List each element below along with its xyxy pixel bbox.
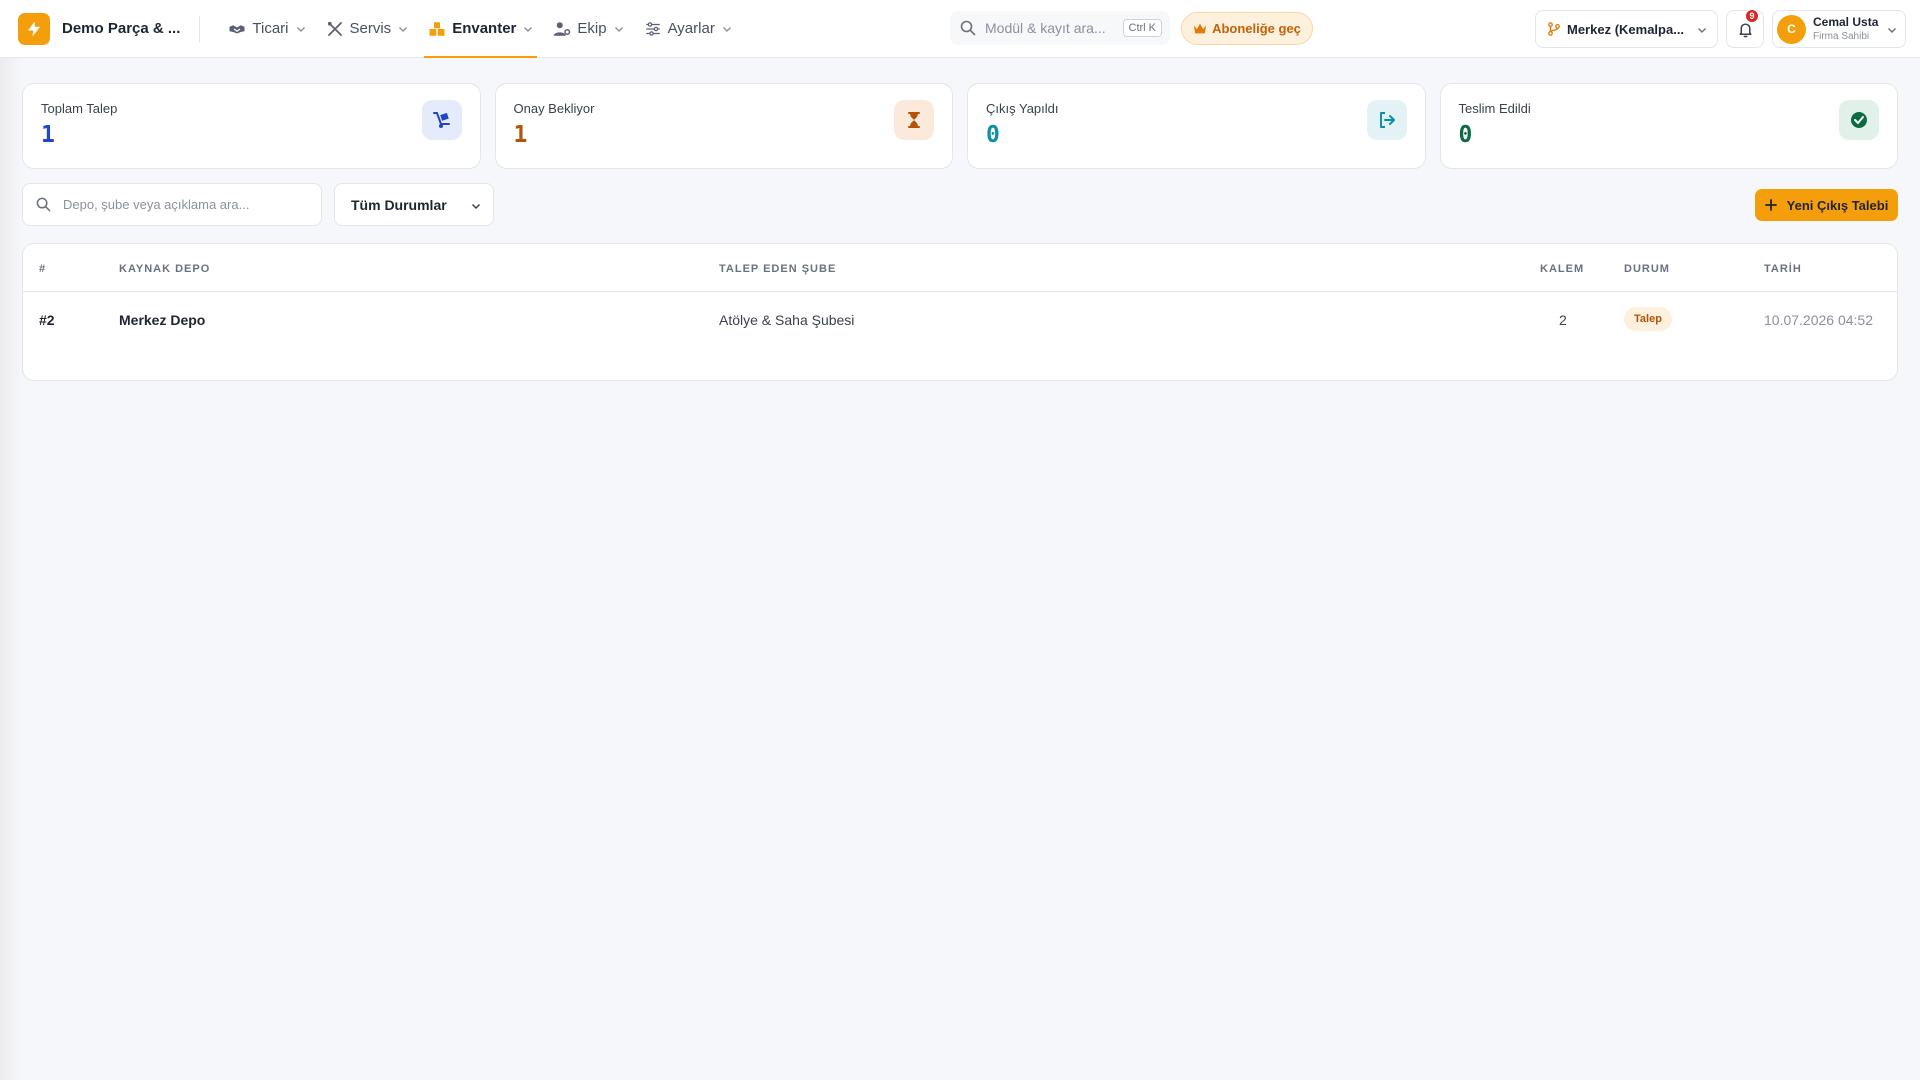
stat-label: Onay Bekliyor	[513, 101, 595, 116]
handshake-icon	[229, 24, 245, 33]
exit-icon	[1366, 100, 1407, 140]
cell-source: Merkez Depo	[119, 312, 206, 328]
hourglass-icon	[894, 100, 934, 140]
search-placeholder: Modül & kayıt ara...	[985, 20, 1106, 36]
stats-row: Toplam Talep 1 Onay Bekliyor 1 Çıkış Yap…	[22, 83, 1898, 169]
tools-icon	[327, 21, 342, 36]
column-header-items[interactable]: KALEM	[1540, 263, 1584, 275]
bell-icon	[1738, 22, 1752, 37]
branch-label: Merkez (Kemalpa...	[1567, 21, 1685, 37]
search-placeholder: Depo, şube veya açıklama ara...	[63, 197, 250, 212]
user-menu[interactable]: C Cemal Usta Firma Sahibi	[1772, 10, 1906, 48]
nav-item-servis[interactable]: Servis	[316, 0, 419, 58]
main-nav: Ticari Servis Envanter Ekip Ayarlar	[218, 0, 741, 58]
notifications-button[interactable]: 9	[1726, 9, 1764, 48]
new-exit-request-button[interactable]: Yeni Çıkış Talebi	[1755, 189, 1898, 221]
upgrade-button[interactable]: Aboneliğe geç	[1181, 12, 1313, 45]
nav-item-ayarlar[interactable]: Ayarlar	[634, 0, 742, 58]
chevron-down-icon	[1888, 28, 1896, 33]
user-info: Cemal Usta Firma Sahibi	[1813, 14, 1879, 43]
nav-item-ekip[interactable]: Ekip	[543, 0, 633, 58]
stat-value: 1	[41, 122, 55, 148]
chevron-down-icon	[399, 26, 408, 32]
branch-selector[interactable]: Merkez (Kemalpa...	[1535, 10, 1718, 48]
dolly-icon	[421, 100, 462, 140]
chevron-down-icon	[471, 203, 481, 210]
stat-label: Teslim Edildi	[1458, 101, 1531, 116]
chevron-down-icon	[524, 26, 533, 32]
status-filter-value: Tüm Durumlar	[351, 196, 447, 213]
lightning-icon	[18, 12, 50, 45]
shortcut-hint: Ctrl K	[1122, 19, 1162, 37]
nav-label: Ticari	[252, 20, 289, 37]
boxes-icon	[429, 21, 445, 36]
stat-value: 0	[986, 122, 1000, 148]
chevron-down-icon	[296, 26, 305, 32]
stat-label: Çıkış Yapıldı	[986, 101, 1059, 116]
nav-label: Ekip	[577, 20, 607, 37]
nav-label: Ayarlar	[667, 20, 715, 37]
brand[interactable]: Demo Parça & ...	[18, 0, 180, 58]
divider	[199, 15, 201, 42]
nav-item-ticari[interactable]: Ticari	[218, 0, 315, 58]
upgrade-label: Aboneliğe geç	[1212, 21, 1301, 36]
nav-label: Servis	[349, 20, 392, 37]
stat-card-delivered: Teslim Edildi 0	[1439, 83, 1898, 169]
chevron-down-icon	[614, 26, 623, 32]
table-row[interactable]: #2 Merkez Depo Atölye & Saha Şubesi 2 Ta…	[23, 292, 1897, 348]
stat-card-exited: Çıkış Yapıldı 0	[967, 83, 1426, 169]
branch-icon	[1548, 22, 1560, 36]
cell-items: 2	[1559, 312, 1567, 328]
users-gear-icon	[554, 21, 571, 36]
search-icon	[36, 197, 51, 212]
column-header-status[interactable]: DURUM	[1624, 263, 1670, 275]
request-search-input[interactable]: Depo, şube veya açıklama ara...	[22, 183, 322, 226]
page-shadow	[0, 58, 22, 1080]
avatar: C	[1777, 14, 1806, 44]
chevron-down-icon	[1698, 28, 1706, 33]
table-header: # KAYNAK DEPO TALEP EDEN ŞUBE KALEM DURU…	[23, 244, 1897, 292]
user-role: Firma Sahibi	[1813, 31, 1870, 43]
stat-value: 1	[513, 122, 528, 148]
cell-id: #2	[39, 312, 55, 328]
column-header-source[interactable]: KAYNAK DEPO	[119, 263, 210, 275]
nav-item-envanter[interactable]: Envanter	[418, 0, 543, 58]
global-search-input[interactable]: Modül & kayıt ara... Ctrl K	[950, 11, 1170, 45]
crown-icon	[1193, 23, 1207, 33]
notification-count-badge: 9	[1745, 9, 1759, 23]
user-name: Cemal Usta	[1813, 14, 1879, 29]
chevron-down-icon	[722, 26, 731, 32]
check-circle-icon	[1839, 100, 1879, 140]
plus-icon	[1764, 199, 1777, 211]
search-icon	[960, 20, 976, 36]
stat-card-pending: Onay Bekliyor 1	[494, 83, 953, 169]
cell-date: 10.07.2026 04:52	[1764, 312, 1873, 328]
nav-label: Envanter	[452, 20, 517, 37]
brand-name: Demo Parça & ...	[62, 20, 181, 37]
column-header-id: #	[39, 263, 47, 275]
stat-label: Toplam Talep	[41, 101, 118, 116]
status-badge: Talep	[1624, 307, 1672, 331]
cell-branch: Atölye & Saha Şubesi	[719, 312, 855, 328]
sliders-icon	[645, 21, 660, 36]
column-header-branch[interactable]: TALEP EDEN ŞUBE	[719, 263, 836, 275]
stat-value: 0	[1458, 122, 1473, 148]
top-bar: Demo Parça & ... Ticari Servis Envanter …	[0, 0, 1920, 58]
new-button-label: Yeni Çıkış Talebi	[1786, 197, 1889, 213]
requests-table: # KAYNAK DEPO TALEP EDEN ŞUBE KALEM DURU…	[22, 243, 1898, 381]
stat-card-total: Toplam Talep 1	[22, 83, 481, 169]
status-filter-select[interactable]: Tüm Durumlar	[334, 183, 494, 226]
column-header-date[interactable]: TARİH	[1764, 263, 1802, 275]
